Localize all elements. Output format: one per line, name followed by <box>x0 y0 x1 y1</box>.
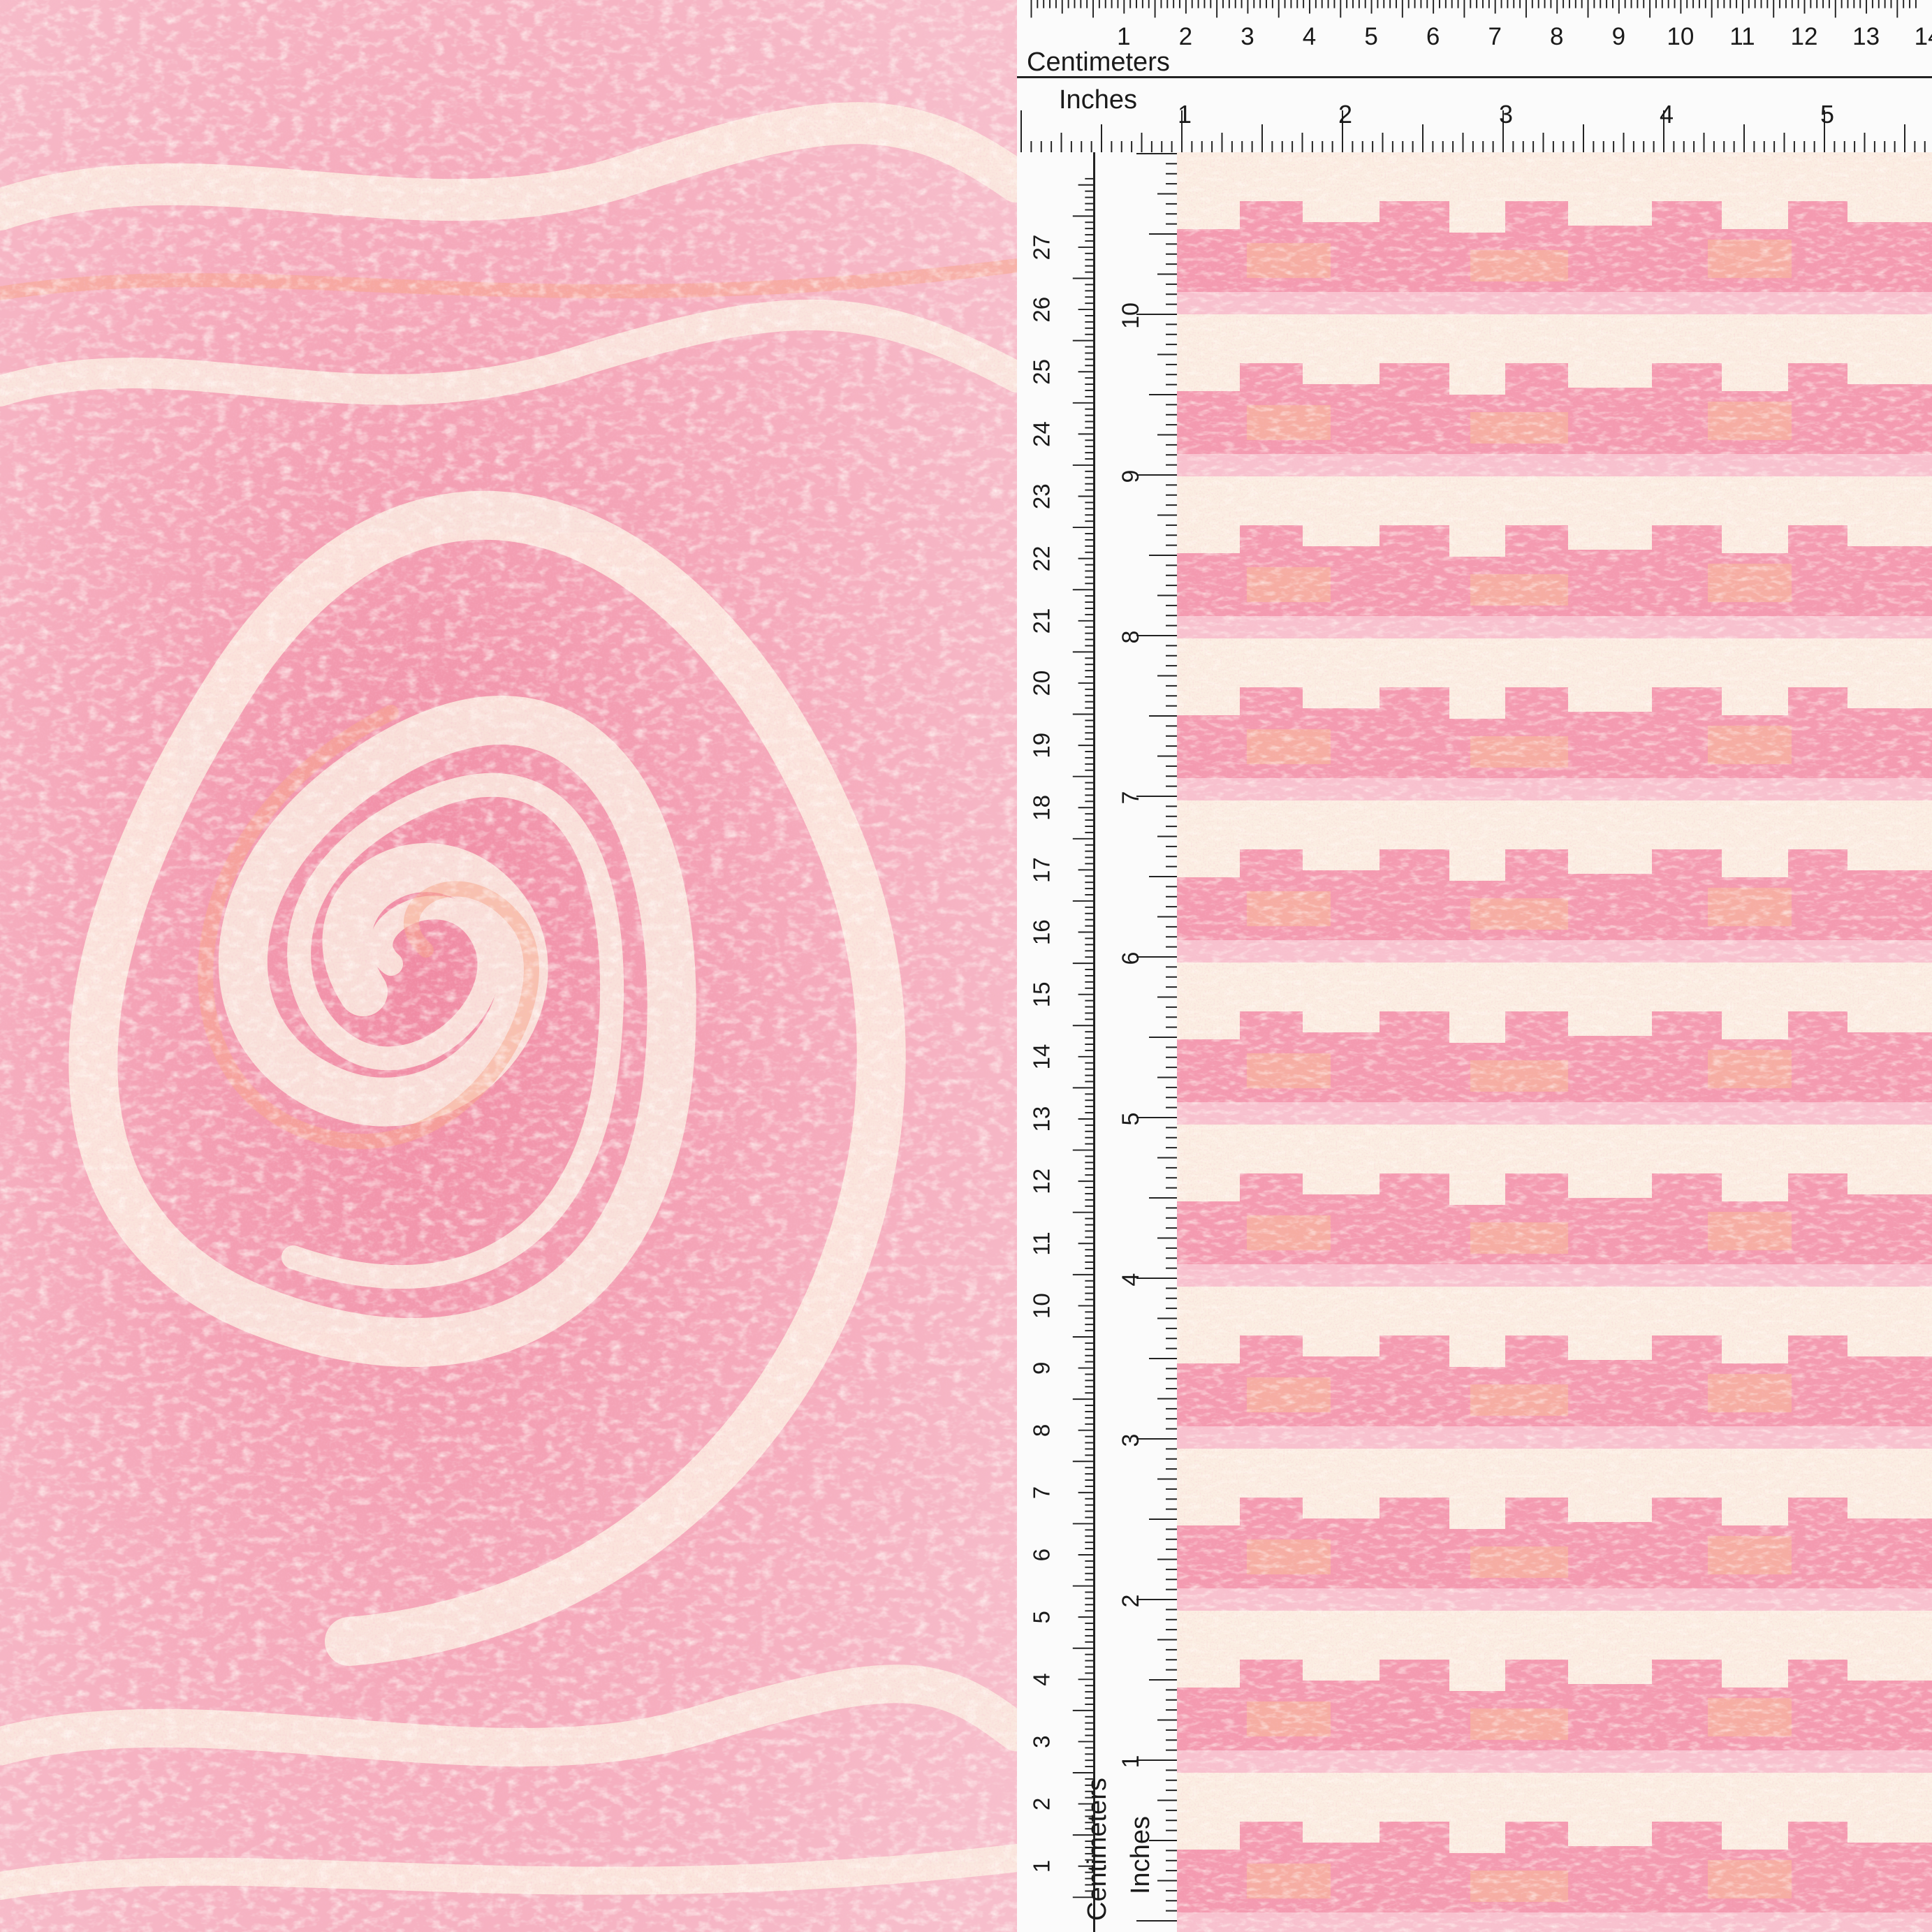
ruler-vertical-centimeters: 1234567891011121314151617181920212223242… <box>1017 152 1095 1932</box>
ruler-number: 8 <box>1118 631 1144 644</box>
ruler-number: 13 <box>1030 1106 1055 1132</box>
ruler-number: 3 <box>1241 23 1254 50</box>
fabric-flat-swatch <box>1177 152 1932 1932</box>
ruler-vertical-inches: 1 2 3 4 5 6 7 8 9 10 <box>1095 152 1177 1932</box>
ruler-number: 6 <box>1426 23 1440 50</box>
ruler-number: 3 <box>1030 1735 1055 1748</box>
ruler-number: 5 <box>1364 23 1377 50</box>
fabric-swirl-photo <box>0 0 1017 1932</box>
ruler-number: 19 <box>1030 733 1055 759</box>
ruler-number: 16 <box>1030 919 1055 945</box>
ruler-number: 11 <box>1030 1231 1055 1255</box>
ruler-number: 3 <box>1118 1434 1144 1447</box>
ruler-number: 4 <box>1303 23 1316 50</box>
ruler-number: 1 <box>1030 1860 1055 1873</box>
ruler-number: 1 <box>1178 100 1192 129</box>
ruler-number: 3 <box>1499 100 1513 129</box>
ruler-number: 2 <box>1338 100 1352 129</box>
ruler-number: 9 <box>1030 1362 1055 1375</box>
ruler-number: 7 <box>1030 1486 1055 1499</box>
ruler-number: 14 <box>1915 23 1932 50</box>
ruler-horizontal-cm-label: Centimeters <box>1027 47 1170 77</box>
ruler-number: 9 <box>1612 23 1625 50</box>
ruler-number: 24 <box>1030 421 1055 447</box>
ruler-number: 5 <box>1820 100 1834 129</box>
ruler-number: 17 <box>1030 857 1055 883</box>
ruler-number: 1 <box>1117 23 1130 50</box>
ruler-number: 25 <box>1030 359 1055 385</box>
ruler-number: 4 <box>1030 1673 1055 1685</box>
ruler-number: 2 <box>1118 1595 1144 1608</box>
ruler-number: 26 <box>1030 297 1055 323</box>
ruler-number: 12 <box>1030 1169 1055 1194</box>
ruler-number: 1 <box>1118 1755 1144 1769</box>
ruler-number: 7 <box>1118 791 1144 805</box>
ruler-number: 5 <box>1030 1611 1055 1623</box>
ruler-vertical-cm-label: Centimeters <box>1083 1778 1112 1921</box>
ruler-number: 2 <box>1030 1798 1055 1810</box>
ruler-number: 9 <box>1118 470 1144 483</box>
ruler-number: 10 <box>1667 23 1694 50</box>
ruler-number: 13 <box>1852 23 1880 50</box>
ruler-number: 11 <box>1729 23 1755 50</box>
ruler-number: 5 <box>1118 1113 1144 1126</box>
ruler-number: 18 <box>1030 795 1055 821</box>
ruler-number: 6 <box>1030 1549 1055 1561</box>
ruler-number: 22 <box>1030 546 1055 571</box>
ruler-number: 10 <box>1118 302 1144 329</box>
ruler-number: 8 <box>1030 1424 1055 1437</box>
ruler-number: 15 <box>1030 981 1055 1007</box>
ruler-horizontal-in-label: Inches <box>1059 85 1137 115</box>
ruler-number: 21 <box>1030 608 1055 634</box>
ruler-number: 10 <box>1030 1293 1055 1319</box>
ruler-number: 27 <box>1030 235 1055 261</box>
ruler-number: 4 <box>1660 100 1674 129</box>
ruler-number: 23 <box>1030 483 1055 509</box>
ruler-vertical-in-label: Inches <box>1126 1816 1155 1894</box>
ruler-horizontal-inches: 1 2 3 4 5 <box>1017 78 1932 152</box>
ruler-number: 8 <box>1550 23 1563 50</box>
ruler-number: 12 <box>1791 23 1818 50</box>
ruler-number: 7 <box>1488 23 1501 50</box>
ruler-number: 20 <box>1030 671 1055 696</box>
ruler-number: 4 <box>1118 1273 1144 1287</box>
ruler-number: 2 <box>1179 23 1192 50</box>
ruler-number: 6 <box>1118 952 1144 965</box>
ruler-number: 14 <box>1030 1044 1055 1070</box>
